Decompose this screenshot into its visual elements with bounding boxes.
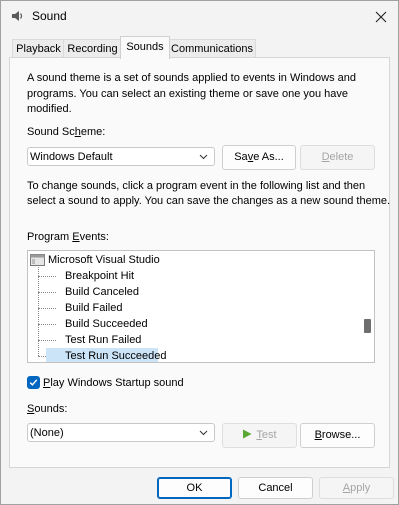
label-text: Program <box>27 231 73 243</box>
label-text: Sa <box>234 151 248 163</box>
label-text: est <box>261 429 277 441</box>
apply-button[interactable]: Apply <box>319 477 394 499</box>
theme-description-line-1: A sound theme is a set of sounds applied… <box>27 72 356 84</box>
list-item[interactable]: Build Canceled <box>65 284 139 300</box>
chevron-down-icon <box>199 430 208 436</box>
sound-select[interactable]: (None) <box>27 423 215 442</box>
save-as-button[interactable]: Save As... <box>222 145 296 170</box>
play-startup-sound-label[interactable]: Play Windows Startup sound <box>43 376 184 391</box>
program-events-label: Program Events: <box>27 230 109 245</box>
label-text: Sound Sc <box>27 126 75 138</box>
theme-description-line-2: programs. You can select an existing the… <box>27 88 349 100</box>
label-text: vents: <box>79 231 109 243</box>
sounds-label: Sounds: <box>27 402 67 417</box>
checkmark-icon <box>29 379 38 386</box>
delete-button[interactable]: Delete <box>300 145 375 170</box>
chevron-down-icon <box>199 154 208 160</box>
tree-line <box>38 356 46 357</box>
list-item[interactable]: Build Succeeded <box>65 316 148 332</box>
sound-dialog: Sound Playback Recording Sounds Communic… <box>0 0 399 505</box>
list-item[interactable]: Build Failed <box>65 300 122 316</box>
browse-button[interactable]: Browse... <box>300 423 375 448</box>
tree-line <box>38 292 56 293</box>
tree-line <box>38 340 56 341</box>
sound-scheme-label: Sound Scheme: <box>27 125 105 140</box>
ok-button[interactable]: OK <box>157 477 232 499</box>
list-item-selected[interactable]: Test Run Succeeded <box>46 348 167 362</box>
list-item[interactable]: Test Run Failed <box>65 332 141 348</box>
play-icon <box>243 429 252 439</box>
application-icon <box>30 254 45 266</box>
tree-group-microsoft-visual-studio[interactable]: Microsoft Visual Studio <box>48 252 160 268</box>
sound-value: (None) <box>30 427 64 439</box>
play-startup-sound-checkbox[interactable] <box>27 376 40 389</box>
instructions-line-2: select a sound to apply. You can save th… <box>27 195 391 207</box>
panel-content: A sound theme is a set of sounds applied… <box>1 1 398 504</box>
program-events-list[interactable]: Microsoft Visual Studio Breakpoint Hit B… <box>27 250 375 363</box>
list-item[interactable]: Breakpoint Hit <box>65 268 134 284</box>
sound-scheme-select[interactable]: Windows Default <box>27 147 215 166</box>
test-button[interactable]: Test <box>222 423 297 448</box>
cancel-button[interactable]: Cancel <box>238 477 313 499</box>
tree-line <box>38 276 56 277</box>
scrollbar-thumb[interactable] <box>364 318 371 333</box>
label-text: lay Windows Startup sound <box>50 377 184 389</box>
access-key: A <box>342 482 351 494</box>
theme-description-line-3: modified. <box>27 103 72 115</box>
tree-line <box>38 308 56 309</box>
access-key: D <box>321 151 330 163</box>
label-text: e As... <box>253 151 284 163</box>
label-text: eme: <box>80 126 106 138</box>
label-text: ounds: <box>34 403 68 415</box>
label-text: pply <box>350 482 371 494</box>
events-scrollbar[interactable] <box>360 251 374 362</box>
instructions-line-1: To change sounds, click a program event … <box>27 180 366 192</box>
tree-line <box>38 324 56 325</box>
access-key: B <box>314 429 322 441</box>
sound-scheme-value: Windows Default <box>30 151 113 163</box>
label-text: rowse... <box>321 429 361 441</box>
access-key: E <box>72 231 80 243</box>
tree-line <box>38 267 39 356</box>
label-text: elete <box>329 151 354 163</box>
